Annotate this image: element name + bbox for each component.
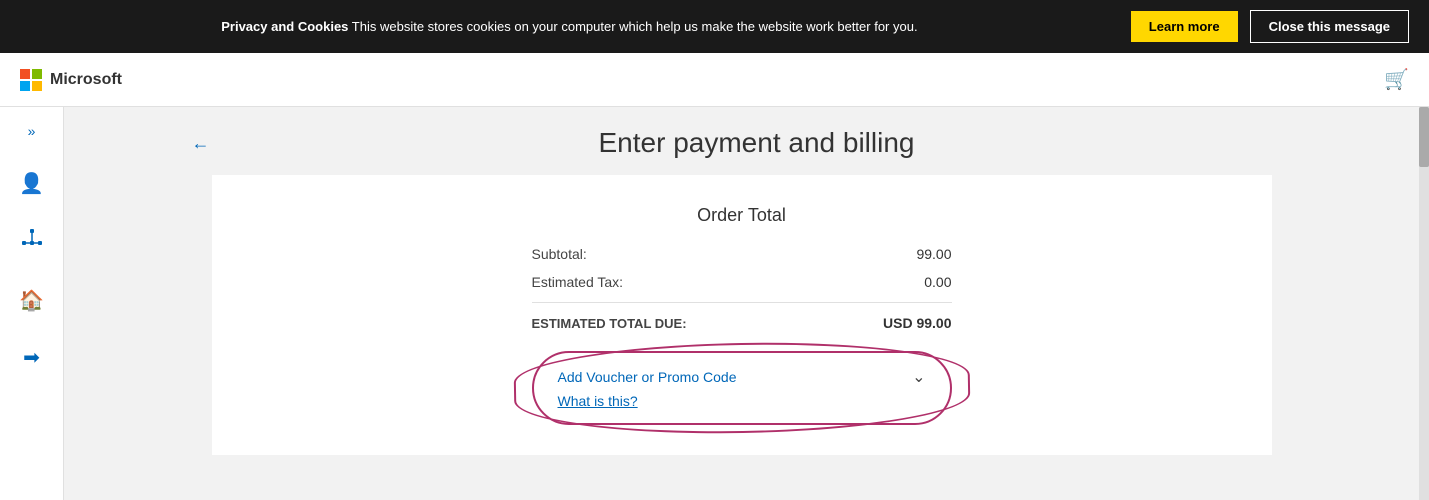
subtotal-row: Subtotal: 99.00 — [532, 246, 952, 262]
total-value: USD 99.00 — [883, 315, 951, 331]
tax-label: Estimated Tax: — [532, 274, 624, 290]
sidebar-expand-button[interactable]: » — [22, 117, 42, 145]
ms-logo-yellow — [32, 81, 42, 91]
scrollbar-thumb[interactable] — [1419, 107, 1429, 167]
billing-card: Order Total Subtotal: 99.00 Estimated Ta… — [212, 175, 1272, 455]
tax-row: Estimated Tax: 0.00 — [532, 274, 952, 290]
total-row: ESTIMATED TOTAL DUE: USD 99.00 — [532, 302, 952, 331]
learn-more-button[interactable]: Learn more — [1131, 11, 1238, 42]
cookie-banner-text: Privacy and Cookies This website stores … — [20, 19, 1119, 34]
network-icon[interactable] — [15, 222, 49, 262]
cart-icon[interactable]: 🛒 — [1384, 67, 1409, 92]
what-is-this-link[interactable]: What is this? — [558, 393, 926, 409]
microsoft-logo: Microsoft — [20, 69, 122, 91]
ms-logo-green — [32, 69, 42, 79]
close-message-button[interactable]: Close this message — [1250, 10, 1409, 43]
header: Microsoft 🛒 — [0, 53, 1429, 107]
sidebar: » 👤 🏠 ➡ — [0, 107, 64, 500]
scrollbar[interactable] — [1419, 107, 1429, 500]
cookie-banner-regular: This website stores cookies on your comp… — [352, 19, 918, 34]
order-total-title: Order Total — [252, 205, 1232, 226]
tax-value: 0.00 — [924, 274, 951, 290]
main-content: ← Enter payment and billing Order Total … — [64, 107, 1419, 500]
ms-logo-text: Microsoft — [50, 71, 122, 89]
ms-logo-blue — [20, 81, 30, 91]
layout: » 👤 🏠 ➡ ← Enter payment and billing Orde… — [0, 107, 1429, 500]
subtotal-label: Subtotal: — [532, 246, 587, 262]
cookie-banner-bold: Privacy and Cookies — [221, 19, 348, 34]
person-icon[interactable]: 👤 — [13, 165, 50, 202]
page-title: Enter payment and billing — [222, 127, 1292, 159]
back-button[interactable]: ← — [192, 133, 210, 154]
ms-logo-red — [20, 69, 30, 79]
cookie-banner: Privacy and Cookies This website stores … — [0, 0, 1429, 53]
subtotal-value: 99.00 — [916, 246, 951, 262]
voucher-row: Add Voucher or Promo Code ⌄ — [558, 367, 926, 387]
chevron-down-icon: ⌄ — [912, 367, 925, 387]
arrow-right-icon[interactable]: ➡ — [17, 339, 46, 376]
add-voucher-link[interactable]: Add Voucher or Promo Code — [558, 369, 737, 385]
page-header-row: ← Enter payment and billing — [192, 127, 1292, 159]
total-label: ESTIMATED TOTAL DUE: — [532, 316, 687, 331]
home-icon[interactable]: 🏠 — [13, 282, 50, 319]
ms-logo-squares — [20, 69, 42, 91]
voucher-section: Add Voucher or Promo Code ⌄ What is this… — [532, 351, 952, 425]
voucher-box: Add Voucher or Promo Code ⌄ What is this… — [532, 351, 952, 425]
